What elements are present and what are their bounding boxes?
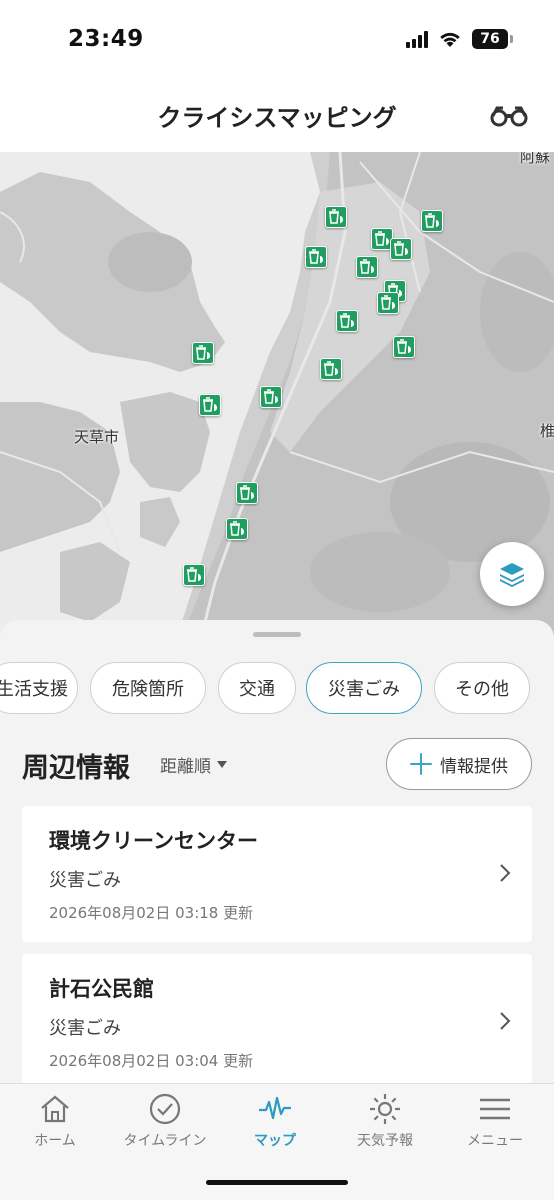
map-label-amakusa: 天草市 — [74, 428, 120, 446]
provide-info-button[interactable]: 情報提供 — [386, 738, 532, 790]
chip-label: 生活支援 — [0, 679, 68, 700]
trash-bin-icon — [329, 209, 343, 224]
chevron-right-icon — [500, 864, 511, 882]
chip-label: 交通 — [239, 679, 275, 700]
status-time: 23:49 — [68, 26, 144, 52]
disaster-waste-marker[interactable] — [320, 358, 342, 380]
info-card[interactable]: 計石公民館 災害ごみ 2026年08月02日 03:04 更新 — [22, 954, 532, 1083]
caret-down-icon — [217, 761, 227, 768]
provide-info-label: 情報提供 — [440, 756, 508, 777]
card-updated: 2026年08月02日 03:04 更新 — [49, 1052, 254, 1070]
home-icon — [41, 1095, 69, 1123]
sort-dropdown[interactable]: 距離順 — [160, 752, 227, 777]
trash-bin-icon — [230, 521, 244, 536]
sheet-drag-handle[interactable] — [253, 632, 301, 637]
tab-label: マップ — [254, 1133, 296, 1149]
tab-home[interactable]: ホーム — [0, 1084, 110, 1164]
disaster-waste-marker[interactable] — [305, 246, 327, 268]
trash-bin-icon — [394, 241, 408, 256]
info-card[interactable]: 環境クリーンセンター 災害ごみ 2026年08月02日 03:18 更新 — [22, 806, 532, 942]
trash-bin-icon — [187, 567, 201, 582]
trash-bin-icon — [375, 231, 389, 246]
card-updated: 2026年08月02日 03:18 更新 — [49, 904, 254, 922]
trash-bin-icon — [196, 345, 210, 360]
tab-label: 天気予報 — [357, 1133, 413, 1149]
wifi-icon — [440, 32, 460, 47]
card-title: 環境クリーンセンター — [49, 829, 258, 853]
plus-icon — [410, 753, 432, 775]
home-indicator — [206, 1180, 348, 1185]
trash-bin-icon — [264, 389, 278, 404]
disaster-waste-marker[interactable] — [192, 342, 214, 364]
disaster-waste-marker[interactable] — [421, 210, 443, 232]
disaster-waste-marker[interactable] — [236, 482, 258, 504]
disaster-waste-marker[interactable] — [393, 336, 415, 358]
disaster-waste-marker[interactable] — [356, 256, 378, 278]
status-bar: 23:49 76 — [0, 0, 554, 80]
layers-icon — [500, 563, 524, 587]
tab-label: メニュー — [467, 1133, 523, 1149]
battery-tip — [510, 35, 513, 43]
chip-disaster-waste[interactable]: 災害ごみ — [306, 662, 422, 714]
trash-bin-icon — [309, 249, 323, 264]
tab-timeline[interactable]: タイムライン — [110, 1084, 220, 1164]
section-title: 周辺情報 — [22, 753, 130, 784]
sun-icon — [370, 1094, 400, 1124]
chevron-right-icon — [500, 1012, 511, 1030]
trash-bin-icon — [425, 213, 439, 228]
status-icons: 76 — [406, 29, 513, 49]
disaster-waste-marker[interactable] — [377, 292, 399, 314]
disaster-waste-marker[interactable] — [336, 310, 358, 332]
card-title: 計石公民館 — [49, 977, 154, 1001]
chip-label: 災害ごみ — [328, 679, 400, 700]
map-label-aso: 阿蘇 — [520, 152, 551, 166]
trash-bin-icon — [324, 361, 338, 376]
tab-label: ホーム — [34, 1133, 76, 1149]
menu-icon — [480, 1098, 510, 1120]
category-chip-row[interactable]: 生活支援 危険箇所 交通 災害ごみ その他 — [0, 662, 554, 716]
trash-bin-icon — [381, 295, 395, 310]
battery-level: 76 — [480, 31, 500, 47]
chip-danger-spots[interactable]: 危険箇所 — [90, 662, 206, 714]
tab-menu[interactable]: メニュー — [440, 1084, 550, 1164]
tab-label: タイムライン — [123, 1133, 207, 1149]
trash-bin-icon — [360, 259, 374, 274]
disaster-waste-marker[interactable] — [390, 238, 412, 260]
disaster-waste-marker[interactable] — [199, 394, 221, 416]
disaster-waste-marker[interactable] — [226, 518, 248, 540]
card-category: 災害ごみ — [49, 1018, 121, 1039]
trash-bin-icon — [203, 397, 217, 412]
map-label-shii: 椎 — [540, 422, 554, 440]
layer-toggle-button[interactable] — [480, 542, 544, 606]
trash-bin-icon — [340, 313, 354, 328]
trash-bin-icon — [240, 485, 254, 500]
chip-traffic[interactable]: 交通 — [218, 662, 296, 714]
bottom-sheet: 生活支援 危険箇所 交通 災害ごみ その他 周辺情報 距離順 情報提供 環境クリ… — [0, 620, 554, 1083]
check-circle-icon — [149, 1093, 181, 1125]
trash-bin-icon — [397, 339, 411, 354]
disaster-waste-marker[interactable] — [183, 564, 205, 586]
tab-weather[interactable]: 天気予報 — [330, 1084, 440, 1164]
app-header: クライシスマッピング — [0, 80, 554, 152]
disaster-waste-marker[interactable] — [325, 206, 347, 228]
pulse-icon — [259, 1096, 291, 1120]
binoculars-icon[interactable] — [490, 104, 528, 128]
page-title: クライシスマッピング — [157, 104, 397, 132]
chip-label: その他 — [455, 679, 509, 700]
sort-label: 距離順 — [160, 757, 211, 777]
disaster-waste-marker[interactable] — [260, 386, 282, 408]
tab-map[interactable]: マップ — [220, 1084, 330, 1164]
chip-other[interactable]: その他 — [434, 662, 530, 714]
cellular-signal-icon — [406, 30, 428, 48]
card-category: 災害ごみ — [49, 870, 121, 891]
chip-livelihood-support[interactable]: 生活支援 — [0, 662, 78, 714]
battery-indicator: 76 — [472, 29, 513, 49]
chip-label: 危険箇所 — [112, 679, 184, 700]
map-view[interactable]: 天草市 阿蘇 椎 — [0, 152, 554, 642]
